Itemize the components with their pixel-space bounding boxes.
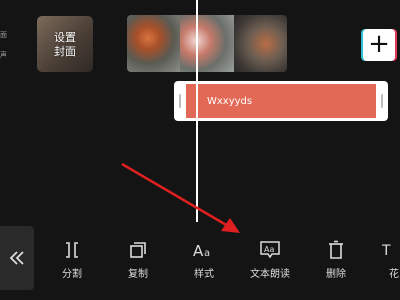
text-clip-body: Wxxyyds: [186, 84, 376, 118]
clip-right-handle[interactable]: [381, 94, 383, 108]
text-style-button[interactable]: A a 样式: [178, 238, 230, 281]
copy-icon: [130, 242, 146, 258]
double-chevron-left-icon: [9, 251, 24, 265]
svg-text:a: a: [204, 248, 210, 259]
collapse-toolbar-button[interactable]: [0, 226, 34, 290]
fancy-text-button[interactable]: T 花: [376, 238, 400, 281]
left-edge-label-2: 声: [0, 51, 7, 59]
svg-text:Aa: Aa: [264, 245, 274, 254]
set-cover-line1: 设置: [54, 31, 76, 44]
text-clip-label: Wxxyyds: [207, 95, 253, 107]
svg-text:T: T: [382, 243, 391, 259]
text-to-speech-button[interactable]: Aa 文本朗读: [244, 238, 296, 281]
fancy-text-icon: T: [382, 243, 391, 259]
add-clip-button[interactable]: +: [363, 29, 395, 61]
video-frame-thumbnail: [233, 15, 287, 72]
video-track[interactable]: [127, 15, 287, 72]
red-arrow-annotation: [121, 162, 240, 233]
clip-left-handle[interactable]: [179, 94, 181, 108]
delete-label: 删除: [326, 269, 346, 280]
split-icon: [66, 242, 78, 258]
fancy-text-label: 花: [389, 269, 399, 280]
set-cover-line2: 封面: [54, 45, 76, 58]
text-style-icon: A a: [193, 242, 210, 260]
left-edge-label-1: 面: [0, 31, 7, 39]
delete-button[interactable]: 删除: [310, 238, 362, 281]
delete-icon: [329, 240, 343, 259]
svg-text:A: A: [193, 242, 204, 260]
video-frame-thumbnail: [180, 15, 234, 72]
text-clip[interactable]: Wxxyyds: [174, 81, 388, 121]
split-button[interactable]: 分割: [46, 238, 98, 281]
text-to-speech-icon: Aa: [260, 241, 280, 259]
text-to-speech-label: 文本朗读: [250, 269, 290, 280]
copy-label: 复制: [128, 269, 148, 280]
split-label: 分割: [62, 269, 82, 280]
text-style-label: 样式: [194, 269, 214, 280]
video-frame-thumbnail: [127, 15, 181, 72]
copy-button[interactable]: 复制: [112, 238, 164, 281]
set-cover-button[interactable]: 设置 封面: [37, 16, 93, 72]
